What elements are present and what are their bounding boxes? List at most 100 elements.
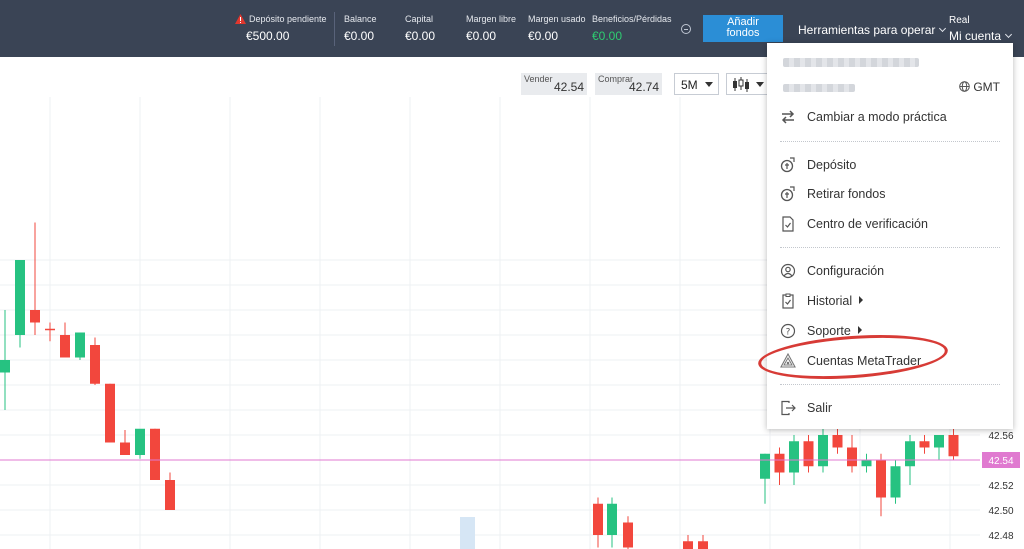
menu-item-label: Salir [807, 401, 833, 415]
profit-loss-label: Beneficios/Pérdidas [592, 14, 672, 24]
menu-item-settings[interactable]: Configuración [767, 259, 1013, 283]
menu-item-deposit[interactable]: Depósito [767, 153, 1013, 177]
chart-type-select[interactable] [726, 73, 770, 95]
candle-body [683, 541, 693, 549]
candle-body [135, 428, 145, 455]
blurred-account-id [783, 84, 855, 92]
buy-price-box[interactable]: Comprar 42.74 [595, 73, 662, 95]
clipboard-icon [782, 293, 794, 309]
candle-body [90, 345, 100, 384]
balance: Balance €0.00 [344, 14, 377, 43]
candle-body [105, 383, 115, 443]
menu-item-support[interactable]: ? Soporte [767, 319, 1013, 343]
warning-icon [235, 14, 246, 24]
candle-body [60, 335, 70, 358]
capital-value: €0.00 [405, 29, 436, 43]
candle-body [919, 441, 930, 448]
menu-item-label: Cuentas MetaTrader [807, 354, 922, 368]
used-margin-value: €0.00 [528, 29, 559, 43]
candle-body [818, 435, 828, 467]
candle-body [30, 310, 40, 323]
y-axis-tick-label: 42.50 [988, 506, 1013, 517]
help-icon: ? [780, 323, 796, 339]
metatrader-icon [780, 353, 796, 368]
menu-divider [780, 247, 1000, 248]
candle-body [905, 441, 915, 467]
trading-tools-label: Herramientas para operar [798, 23, 936, 37]
used-margin: Margen usado €0.00 [528, 14, 586, 43]
menu-item-practice-mode[interactable]: Cambiar a modo práctica [767, 105, 1013, 129]
y-axis-tick-label: 42.56 [988, 431, 1013, 442]
collapse-icon[interactable] [681, 24, 691, 34]
menu-item-label: Retirar fondos [807, 187, 886, 201]
menu-item-label: Centro de verificación [807, 217, 928, 231]
menu-item-history[interactable]: Historial [767, 289, 1013, 313]
candle-body [832, 435, 843, 448]
submenu-arrow-icon [857, 326, 862, 334]
candle-body [847, 447, 857, 467]
menu-item-label: Historial [807, 294, 853, 308]
document-check-icon [782, 216, 794, 232]
blurred-account-name [783, 58, 919, 67]
used-margin-label: Margen usado [528, 14, 586, 24]
menu-item-metatrader-accounts[interactable]: Cuentas MetaTrader [767, 349, 1013, 373]
balance-label: Balance [344, 14, 377, 24]
free-margin-value: €0.00 [466, 29, 497, 43]
account-dropdown-menu: GMT Cambiar a modo práctica Depósito Ret… [767, 43, 1013, 429]
swap-arrows-icon [781, 110, 795, 124]
free-margin-label: Margen libre [466, 14, 517, 24]
menu-item-label: Cambiar a modo práctica [807, 110, 947, 124]
candle-body [698, 541, 708, 549]
candlestick-icon [733, 77, 749, 92]
capital-label: Capital [405, 14, 434, 24]
menu-item-withdraw[interactable]: Retirar fondos [767, 182, 1013, 206]
menu-item-logout[interactable]: Salir [767, 396, 1013, 420]
candle-body [593, 503, 603, 535]
candle-body [760, 453, 770, 479]
menu-item-verification-center[interactable]: Centro de verificación [767, 212, 1013, 236]
user-settings-icon [780, 263, 796, 279]
profit-loss: Beneficios/Pérdidas €0.00 [592, 14, 672, 43]
candle-body [150, 428, 160, 480]
submenu-arrow-icon [859, 296, 864, 304]
profit-loss-value: €0.00 [592, 29, 623, 43]
candle-body [890, 466, 901, 498]
candle-body [789, 441, 799, 473]
candle-body [607, 503, 617, 535]
menu-item-label: Configuración [807, 264, 885, 278]
gmt-label: GMT [973, 80, 1001, 94]
timeframe-value: 5M [681, 78, 698, 92]
add-funds-line2: fondos [726, 27, 760, 39]
current-price-label: 42.54 [988, 456, 1013, 467]
chevron-down-icon [756, 82, 764, 87]
pending-deposit-value-wrap: . €500.00 [246, 14, 289, 43]
sell-label: Vender [524, 74, 553, 84]
candle-body [165, 480, 175, 510]
menu-item-label: Soporte [807, 324, 851, 338]
buy-label: Comprar [598, 74, 634, 84]
trading-tools-menu[interactable]: Herramientas para operar [798, 23, 947, 37]
pending-deposit-value: €500.00 [246, 29, 290, 43]
chevron-down-icon [1004, 30, 1013, 39]
timeframe-select[interactable]: 5M [674, 73, 719, 95]
y-axis-tick-label: 42.52 [988, 481, 1013, 492]
globe-icon [959, 81, 970, 92]
divider [334, 12, 335, 46]
add-funds-button[interactable]: Añadir fondos [703, 15, 783, 42]
candle-body [861, 460, 872, 467]
candle-body [774, 453, 785, 473]
candle-body [75, 332, 85, 358]
candle-body [45, 328, 55, 331]
y-axis-tick-label: 42.48 [988, 531, 1013, 542]
candle-body [803, 441, 814, 467]
my-account-menu[interactable]: Real Mi cuenta [949, 15, 1013, 43]
free-margin: Margen libre €0.00 [466, 14, 516, 43]
sell-price: 42.54 [553, 80, 584, 94]
chevron-down-icon [705, 82, 713, 87]
withdraw-icon [780, 186, 795, 202]
menu-item-label: Depósito [807, 158, 857, 172]
candle-body [934, 435, 944, 448]
sell-price-box[interactable]: Vender 42.54 [521, 73, 587, 95]
candle-body [623, 522, 633, 548]
svg-text:?: ? [786, 328, 791, 338]
